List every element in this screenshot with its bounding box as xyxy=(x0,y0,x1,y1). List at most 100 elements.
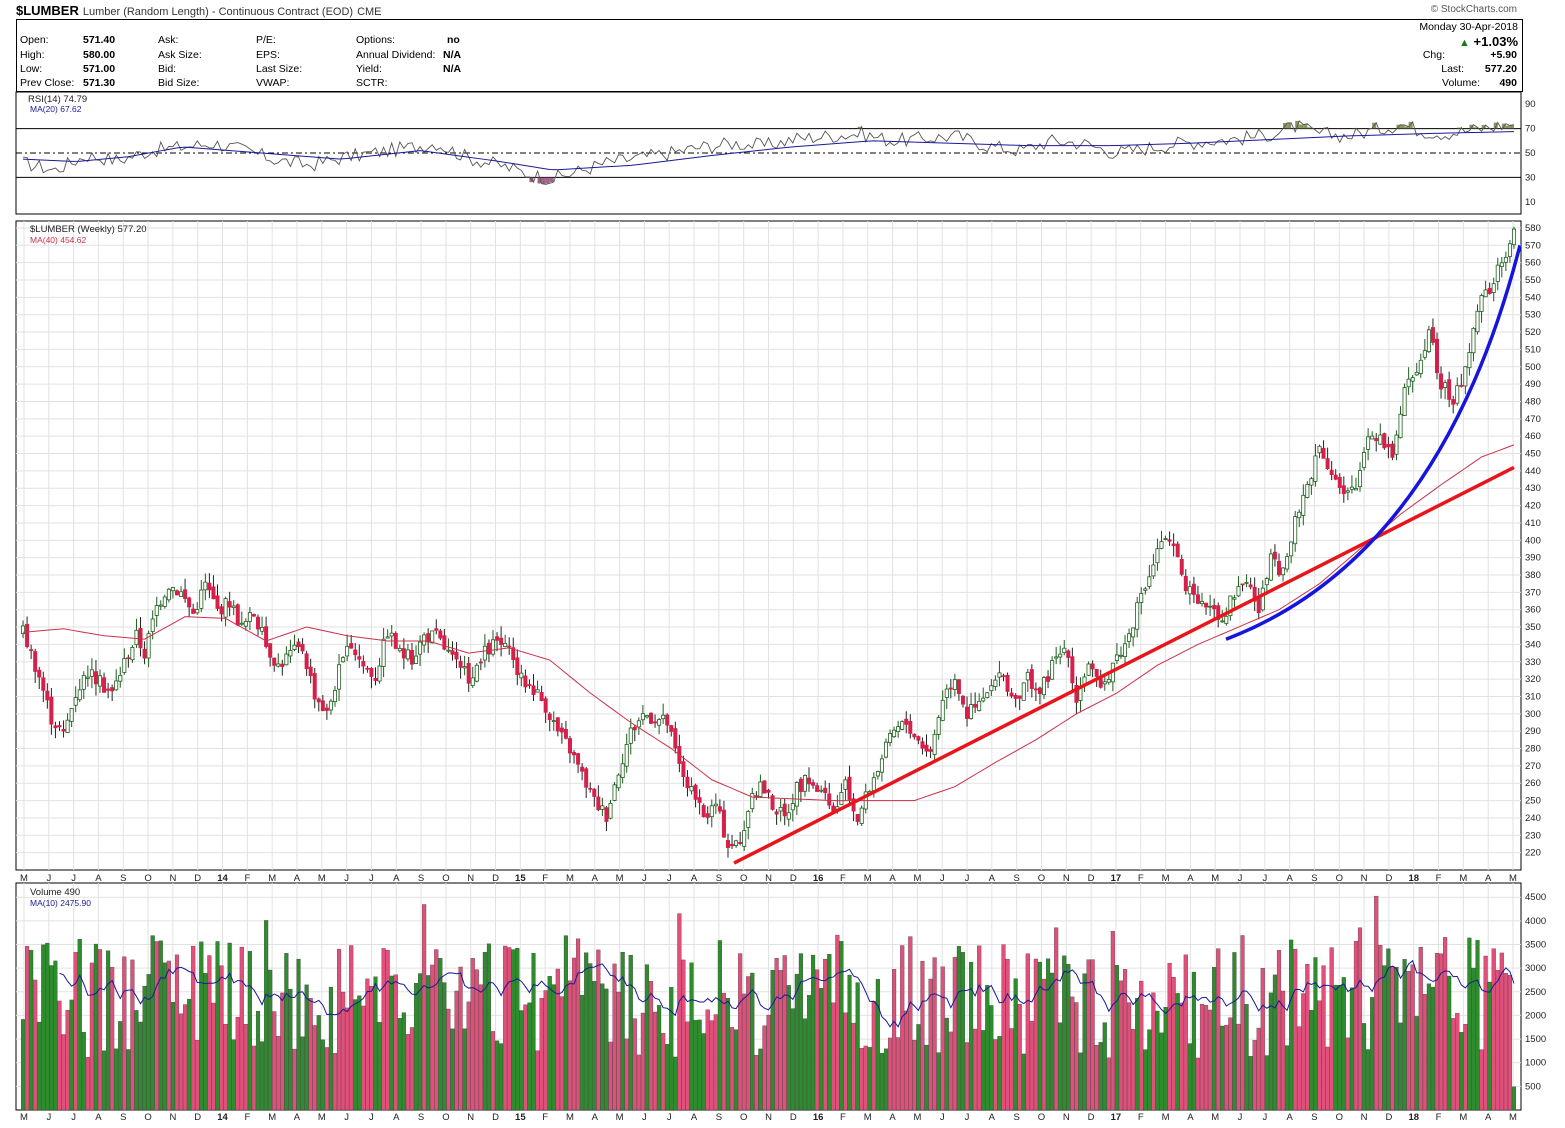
candle-body xyxy=(956,679,961,694)
candle-body xyxy=(29,649,34,652)
volume-bar xyxy=(883,1048,889,1111)
candle-body xyxy=(900,721,905,730)
volume-bar xyxy=(806,995,812,1111)
candle-body xyxy=(973,703,978,708)
volume-bar xyxy=(365,978,370,1111)
x-axis-label: M xyxy=(268,1112,276,1123)
volume-bar xyxy=(320,1039,325,1111)
x-axis-label: N xyxy=(1361,873,1368,884)
volume-bar xyxy=(1135,998,1140,1111)
candle-body xyxy=(1232,597,1237,600)
volume-bar xyxy=(1037,961,1042,1111)
candle-body xyxy=(1143,588,1148,591)
volume-bar xyxy=(709,1020,714,1111)
volume-bar xyxy=(300,1036,305,1111)
candle-body xyxy=(709,805,714,818)
x-axis-label: A xyxy=(989,1112,996,1123)
volume-bar xyxy=(81,1032,86,1111)
price-tick-label: 240 xyxy=(1525,813,1541,824)
volume-bar xyxy=(357,995,362,1111)
candle-body xyxy=(106,688,111,691)
candle-body xyxy=(337,664,342,690)
volume-bar xyxy=(1325,1046,1330,1111)
volume-bar xyxy=(361,1005,366,1111)
x-axis-label: D xyxy=(1385,873,1392,884)
candle-body xyxy=(1248,584,1253,588)
volume-tick-label: 2500 xyxy=(1525,987,1546,998)
candle-body xyxy=(332,690,337,703)
x-axis-label: A xyxy=(592,873,599,884)
volume-bar xyxy=(576,938,581,1111)
candle-body xyxy=(636,720,641,728)
volume-bar xyxy=(203,973,208,1111)
candle-body xyxy=(527,684,532,686)
candle-body xyxy=(1139,593,1144,603)
price-tick-label: 460 xyxy=(1525,431,1541,442)
volume-bar xyxy=(146,974,151,1111)
volume-bar xyxy=(142,985,147,1111)
candle-body xyxy=(859,807,864,824)
volume-bar xyxy=(774,957,779,1111)
candle-body xyxy=(41,677,46,691)
volume-bar xyxy=(835,934,840,1111)
candle-body xyxy=(928,749,933,752)
volume-bar xyxy=(527,1002,532,1111)
volume-bar xyxy=(138,1021,143,1111)
volume-bar xyxy=(721,992,726,1111)
price-tick-label: 280 xyxy=(1525,744,1541,755)
candle-body xyxy=(555,717,560,732)
candle-body xyxy=(689,786,694,792)
x-axis-label: A xyxy=(294,1112,301,1123)
volume-bar xyxy=(1163,1007,1168,1111)
volume-bar xyxy=(1280,990,1286,1111)
candle-body xyxy=(608,802,613,819)
candle-body xyxy=(1455,385,1460,404)
x-axis-label: M xyxy=(1211,1112,1219,1123)
x-axis-label: S xyxy=(716,873,722,884)
candle-body xyxy=(247,612,252,622)
volume-bar xyxy=(778,970,783,1111)
candle-body xyxy=(1159,541,1164,549)
volume-bar xyxy=(912,1039,917,1111)
volume-bar xyxy=(1139,980,1144,1111)
volume-bar xyxy=(486,943,491,1111)
candle-body xyxy=(1317,445,1322,454)
volume-bar xyxy=(725,997,731,1111)
volume-bar xyxy=(223,1024,228,1111)
x-axis-label: N xyxy=(1063,873,1070,884)
x-axis-label: J xyxy=(667,1112,672,1123)
volume-bar xyxy=(559,996,564,1111)
candle-body xyxy=(1475,310,1480,333)
price-tick-label: 390 xyxy=(1525,553,1541,564)
price-legend: $LUMBER (Weekly) 577.20 xyxy=(30,224,147,235)
volume-bar xyxy=(624,1038,629,1111)
candle-body xyxy=(1220,620,1225,623)
candle-body xyxy=(742,830,747,847)
volume-bar xyxy=(1204,1005,1209,1111)
volume-bar xyxy=(65,1010,70,1111)
volume-bar xyxy=(1289,939,1294,1111)
volume-bar xyxy=(766,1014,771,1111)
volume-bar xyxy=(952,957,957,1111)
candle-body xyxy=(187,597,192,608)
volume-bar xyxy=(1471,967,1476,1111)
candle-body xyxy=(811,782,816,786)
volume-bar xyxy=(851,1022,856,1111)
volume-bar xyxy=(89,962,94,1111)
candle-body xyxy=(162,596,167,607)
candle-body xyxy=(126,657,131,660)
volume-bar xyxy=(1447,975,1452,1111)
volume-bar xyxy=(288,988,293,1111)
volume-bar xyxy=(1353,941,1359,1111)
volume-tick-label: 1000 xyxy=(1525,1058,1546,1069)
x-axis-label: N xyxy=(765,873,772,884)
x-axis-label: F xyxy=(840,1112,846,1123)
volume-bar xyxy=(843,1012,848,1111)
volume-bar xyxy=(685,1021,690,1111)
candle-body xyxy=(839,792,844,806)
volume-bar xyxy=(1224,1024,1229,1111)
volume-bar xyxy=(1293,948,1298,1111)
volume-bar xyxy=(1451,1018,1456,1111)
candle-body xyxy=(1483,289,1488,298)
candle-body xyxy=(717,806,722,812)
